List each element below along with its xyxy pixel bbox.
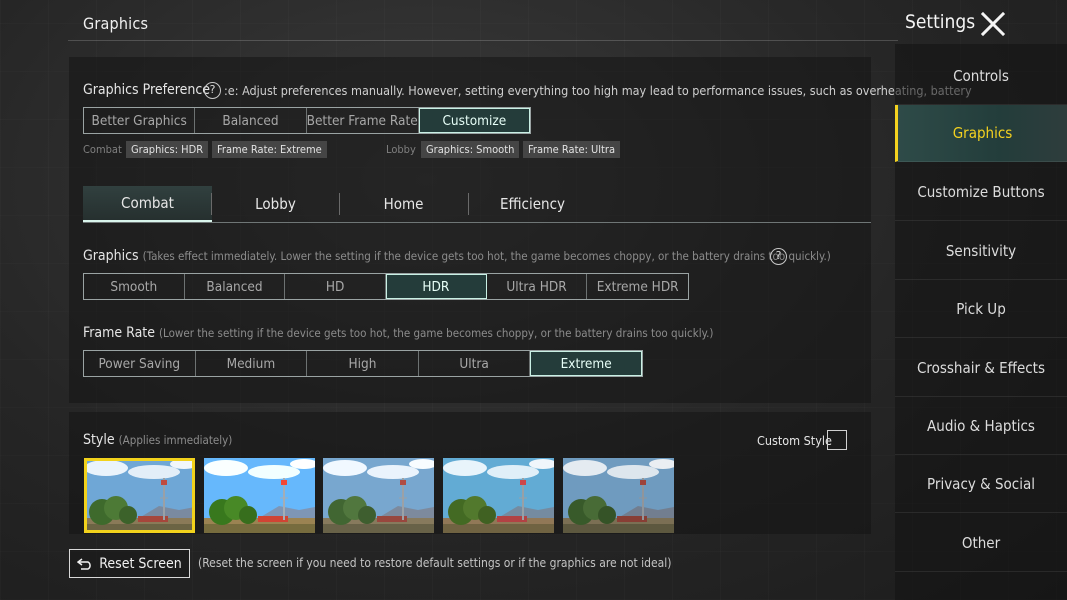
preference-balanced[interactable]: Balanced <box>195 108 307 133</box>
undo-icon <box>77 557 92 570</box>
landscape-preview-image <box>204 458 315 533</box>
lobby-frame-rate-tag: Frame Rate: Ultra <box>523 141 621 158</box>
landscape-preview-image <box>323 458 434 533</box>
graphics-quality-title: Graphics <box>83 248 139 264</box>
style-label: Style (Applies immediately) <box>83 432 232 448</box>
graphics-preference-description: :e: Adjust preferences manually. However… <box>224 83 972 98</box>
frame-rate-label: Frame Rate (Lower the setting if the dev… <box>83 325 713 341</box>
tab-efficiency[interactable]: Efficiency <box>468 186 597 222</box>
graphics-quality-selector: Smooth Balanced HD HDR Ultra HDR Extreme… <box>83 273 689 300</box>
style-thumbnail[interactable] <box>323 458 434 533</box>
style-note: (Applies immediately) <box>118 433 233 447</box>
reset-screen-button[interactable]: Reset Screen <box>69 549 190 578</box>
frame-rate-selector: Power Saving Medium High Ultra Extreme <box>83 350 643 377</box>
help-icon[interactable]: ? <box>204 82 221 99</box>
graphics-preference-label: Graphics Preference <box>83 82 211 98</box>
style-thumbnail[interactable] <box>563 458 674 533</box>
style-thumbnail[interactable] <box>204 458 315 533</box>
reset-screen-label: Reset Screen <box>99 555 182 572</box>
combat-graphics-tag: Graphics: HDR <box>126 141 209 158</box>
sidebar-item-pick-up[interactable]: Pick Up <box>895 281 1067 338</box>
style-thumbnail[interactable] <box>84 458 195 533</box>
combat-summary-label: Combat <box>83 143 122 156</box>
title-divider <box>68 40 898 41</box>
sidebar-item-audio-haptics[interactable]: Audio & Haptics <box>895 398 1067 455</box>
graphics-smooth-option[interactable]: Smooth <box>84 274 185 299</box>
graphics-ultra-hdr-option[interactable]: Ultra HDR <box>487 274 588 299</box>
sidebar-item-customize-buttons[interactable]: Customize Buttons <box>895 164 1067 221</box>
graphics-quality-label: Graphics (Takes effect immediately. Lowe… <box>83 248 831 264</box>
style-title: Style <box>83 432 115 448</box>
landscape-preview-image <box>84 458 195 533</box>
frame-rate-medium-option[interactable]: Medium <box>196 351 308 376</box>
sidebar-item-other[interactable]: Other <box>895 515 1067 572</box>
lobby-summary-label: Lobby <box>386 143 416 156</box>
landscape-preview-image <box>443 458 554 533</box>
tab-combat[interactable]: Combat <box>83 186 212 222</box>
preference-better-frame-rate[interactable]: Better Frame Rate <box>307 108 419 133</box>
page-title: Graphics <box>83 14 149 33</box>
preference-better-graphics[interactable]: Better Graphics <box>84 108 196 133</box>
frame-rate-title: Frame Rate <box>83 325 155 341</box>
style-thumbnail[interactable] <box>443 458 554 533</box>
close-icon[interactable] <box>981 12 1005 36</box>
lobby-graphics-tag: Graphics: Smooth <box>421 141 520 158</box>
graphics-extreme-hdr-option[interactable]: Extreme HDR <box>587 274 688 299</box>
frame-rate-power-saving-option[interactable]: Power Saving <box>84 351 196 376</box>
tab-lobby[interactable]: Lobby <box>211 186 340 222</box>
tab-home[interactable]: Home <box>339 186 468 222</box>
frame-rate-ultra-option[interactable]: Ultra <box>419 351 531 376</box>
graphics-balanced-option[interactable]: Balanced <box>185 274 286 299</box>
combat-frame-rate-tag: Frame Rate: Extreme <box>212 141 327 158</box>
sidebar-title: Settings <box>905 11 976 33</box>
frame-rate-extreme-option[interactable]: Extreme <box>530 351 642 376</box>
frame-rate-high-option[interactable]: High <box>307 351 419 376</box>
custom-style-checkbox[interactable] <box>827 430 847 450</box>
sidebar-item-graphics[interactable]: Graphics <box>895 105 1067 162</box>
graphics-hdr-option[interactable]: HDR <box>386 274 487 299</box>
graphics-preference-selector: Better Graphics Balanced Better Frame Ra… <box>83 107 531 134</box>
landscape-preview-image <box>563 458 674 533</box>
graphics-quality-note: (Takes effect immediately. Lower the set… <box>142 249 831 263</box>
preference-customize[interactable]: Customize <box>418 108 530 133</box>
sidebar-item-crosshair-effects[interactable]: Crosshair & Effects <box>895 340 1067 397</box>
sidebar-item-privacy-social[interactable]: Privacy & Social <box>895 456 1067 513</box>
sidebar-item-controls[interactable]: Controls <box>895 48 1067 105</box>
frame-rate-note: (Lower the setting if the device gets to… <box>159 326 714 340</box>
custom-style-label: Custom Style <box>757 433 832 448</box>
mode-tabs: Combat Lobby Home Efficiency <box>83 186 871 223</box>
reset-screen-note: (Reset the screen if you need to restore… <box>198 556 672 570</box>
graphics-hd-option[interactable]: HD <box>285 274 387 299</box>
sidebar-item-sensitivity[interactable]: Sensitivity <box>895 223 1067 280</box>
help-icon[interactable]: ? <box>770 248 787 265</box>
